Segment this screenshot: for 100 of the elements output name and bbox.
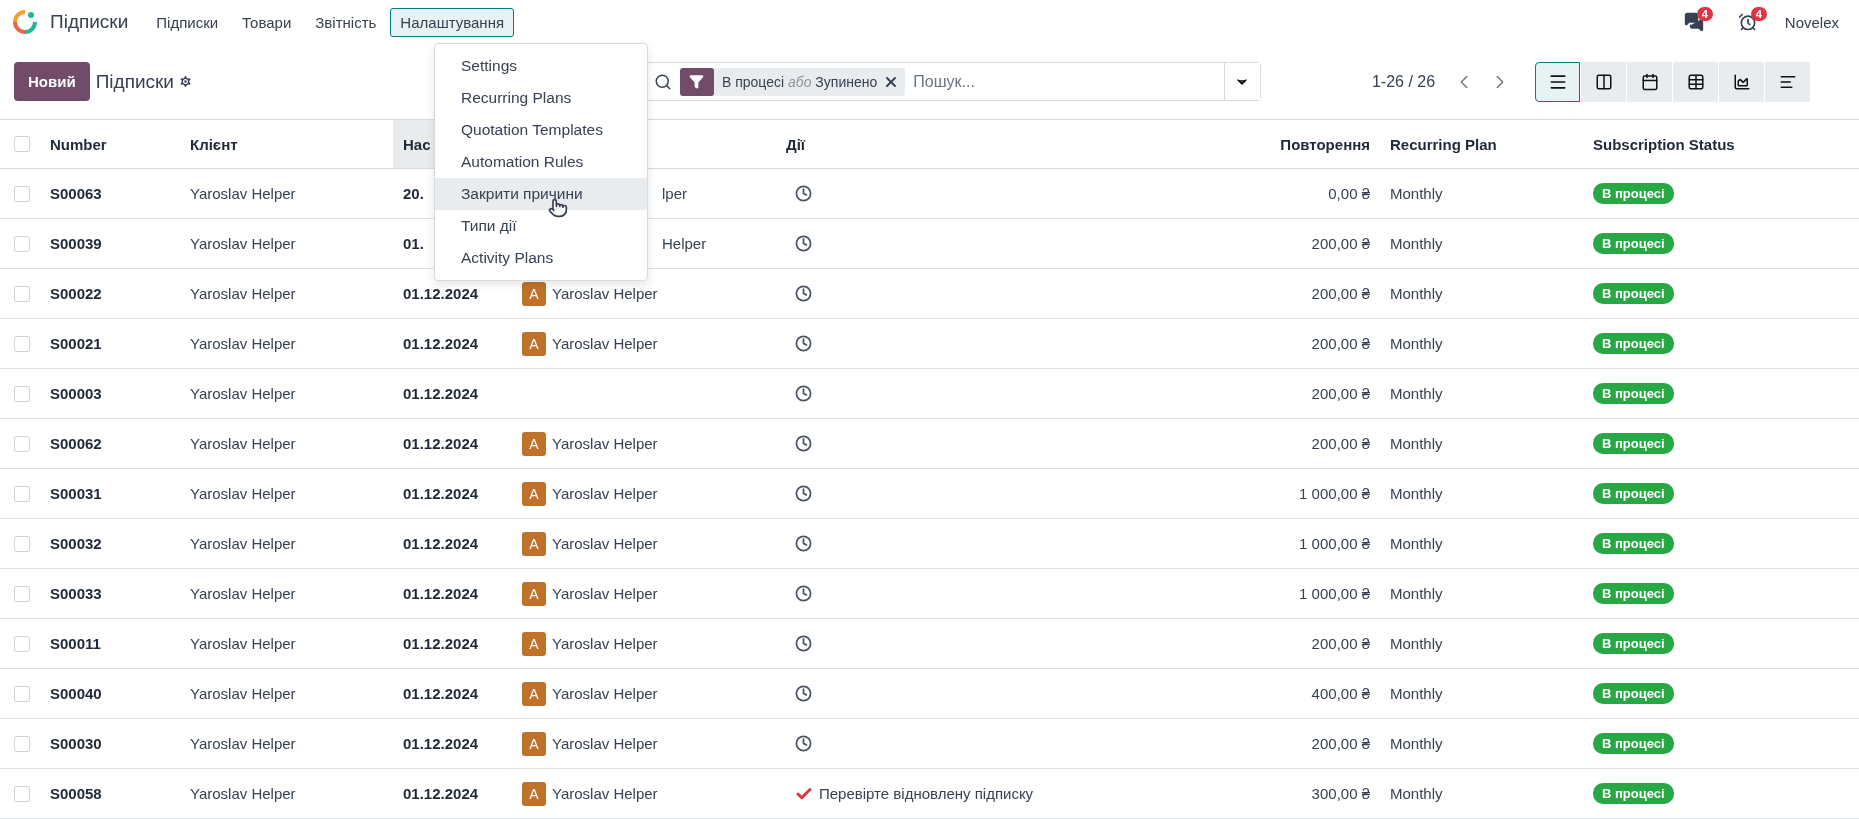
table-cell: S00003 xyxy=(50,385,102,402)
column-header[interactable]: Number xyxy=(50,135,107,153)
table-cell: Monthly xyxy=(1390,285,1443,302)
status-badge: В процесі xyxy=(1593,483,1674,504)
table-cell: 01.12.2024 xyxy=(403,785,479,802)
dropdown-item[interactable]: Quotation Templates xyxy=(435,114,647,146)
table-cell: Yaroslav Helper xyxy=(190,685,296,702)
table-cell: 20. xyxy=(403,185,424,202)
table-cell: Yaroslav Helper xyxy=(190,185,296,202)
column-header[interactable]: Повторення xyxy=(1280,135,1370,153)
table-cell: S00033 xyxy=(50,585,102,602)
avatar: A xyxy=(522,731,546,756)
table-cell: lper xyxy=(662,185,687,202)
table-cell: Yaroslav Helper xyxy=(552,685,658,702)
table-cell: S00058 xyxy=(50,785,102,802)
status-badge: В процесі xyxy=(1593,783,1674,804)
column-header[interactable]: Дії xyxy=(786,135,806,153)
table-cell: Monthly xyxy=(1390,685,1443,702)
table-cell: Yaroslav Helper xyxy=(190,285,296,302)
table-cell: 01. xyxy=(403,235,424,252)
table-cell: 300,00 ₴ xyxy=(1311,785,1370,802)
table-cell: 01.12.2024 xyxy=(403,635,479,652)
table-cell: S00022 xyxy=(50,285,102,302)
table-cell: S00062 xyxy=(50,435,102,452)
table-cell: Yaroslav Helper xyxy=(552,485,658,502)
user-name[interactable]: Novelex xyxy=(1784,13,1839,31)
avatar: A xyxy=(522,481,546,506)
status-badge: В процесі xyxy=(1593,433,1674,454)
table-cell: Yaroslav Helper xyxy=(552,785,658,802)
table-cell: S00032 xyxy=(50,535,102,552)
avatar: A xyxy=(522,581,546,606)
column-header[interactable]: Subscription Status xyxy=(1593,135,1735,153)
table-cell: S00031 xyxy=(50,485,102,502)
table-cell: Monthly xyxy=(1390,385,1443,402)
status-badge: В процесі xyxy=(1593,233,1674,254)
avatar: A xyxy=(522,681,546,706)
status-badge: В процесі xyxy=(1593,383,1674,404)
menu-item[interactable]: Підписки xyxy=(146,7,229,37)
table-cell: Yaroslav Helper xyxy=(552,585,658,602)
table-cell: 1 000,00 ₴ xyxy=(1299,585,1370,602)
table-cell: 01.12.2024 xyxy=(403,435,479,452)
breadcrumb: Підписки xyxy=(95,70,174,93)
table-cell: 200,00 ₴ xyxy=(1311,435,1370,452)
table-cell: S00039 xyxy=(50,235,102,252)
table-cell: 01.12.2024 xyxy=(403,335,479,352)
table-cell: 1 000,00 ₴ xyxy=(1299,485,1370,502)
status-badge: В процесі xyxy=(1593,183,1674,204)
table-cell: 200,00 ₴ xyxy=(1311,285,1370,302)
avatar: A xyxy=(522,281,546,306)
pager-value[interactable]: 1-26 / 26 xyxy=(1371,72,1436,91)
table-cell: Monthly xyxy=(1390,635,1443,652)
dropdown-item[interactable]: Типи дії xyxy=(435,210,647,242)
dropdown-item[interactable]: Activity Plans xyxy=(435,242,647,274)
app-name[interactable]: Підписки xyxy=(50,11,129,33)
status-badge: В процесі xyxy=(1593,333,1674,354)
new-button[interactable]: Новий xyxy=(14,62,90,101)
facet-text: В процесі або Зупинено xyxy=(720,73,879,90)
table-cell: Monthly xyxy=(1390,785,1443,802)
table-cell: Yaroslav Helper xyxy=(190,785,296,802)
table-cell: S00063 xyxy=(50,185,102,202)
table-cell: 01.12.2024 xyxy=(403,485,479,502)
status-badge: В процесі xyxy=(1593,683,1674,704)
table-cell: 01.12.2024 xyxy=(403,585,479,602)
dropdown-item[interactable]: Automation Rules xyxy=(435,146,647,178)
table-cell: S00030 xyxy=(50,735,102,752)
table-cell: Monthly xyxy=(1390,185,1443,202)
table-cell: Yaroslav Helper xyxy=(552,335,658,352)
column-header[interactable]: Recurring Plan xyxy=(1390,135,1497,153)
status-badge: В процесі xyxy=(1593,533,1674,554)
activity-text: Перевірте відновлену підписку xyxy=(819,785,1034,802)
table-cell: Yaroslav Helper xyxy=(552,635,658,652)
table-cell: S00040 xyxy=(50,685,102,702)
table-cell: 200,00 ₴ xyxy=(1311,735,1370,752)
table-cell: Monthly xyxy=(1390,585,1443,602)
table-cell: Monthly xyxy=(1390,335,1443,352)
table-cell: 01.12.2024 xyxy=(403,385,479,402)
table-cell: Yaroslav Helper xyxy=(552,535,658,552)
count-badge: 4 xyxy=(1750,7,1767,21)
table-cell: Yaroslav Helper xyxy=(552,435,658,452)
table-cell: Monthly xyxy=(1390,535,1443,552)
count-badge: 4 xyxy=(1696,7,1713,21)
table-cell: 01.12.2024 xyxy=(403,735,479,752)
table-cell: Monthly xyxy=(1390,435,1443,452)
table-cell: Yaroslav Helper xyxy=(190,635,296,652)
table-cell: Yaroslav Helper xyxy=(190,335,296,352)
column-header[interactable]: Нас xyxy=(403,135,431,153)
table-cell: Yaroslav Helper xyxy=(190,485,296,502)
table-cell: 1 000,00 ₴ xyxy=(1299,535,1370,552)
table-cell: 200,00 ₴ xyxy=(1311,335,1370,352)
table-cell: Yaroslav Helper xyxy=(190,735,296,752)
table-cell: 400,00 ₴ xyxy=(1311,685,1370,702)
menu-item[interactable]: Налаштування xyxy=(390,7,515,37)
table-cell: 01.12.2024 xyxy=(403,535,479,552)
table-cell: 01.12.2024 xyxy=(403,285,479,302)
table-cell: Yaroslav Helper xyxy=(552,285,658,302)
dropdown-item[interactable]: Закрити причини xyxy=(435,178,647,210)
menu-item[interactable]: Товари xyxy=(232,7,302,37)
status-badge: В процесі xyxy=(1593,283,1674,304)
menu-item[interactable]: Звітність xyxy=(305,7,387,37)
column-header[interactable]: Клієнт xyxy=(190,135,238,153)
